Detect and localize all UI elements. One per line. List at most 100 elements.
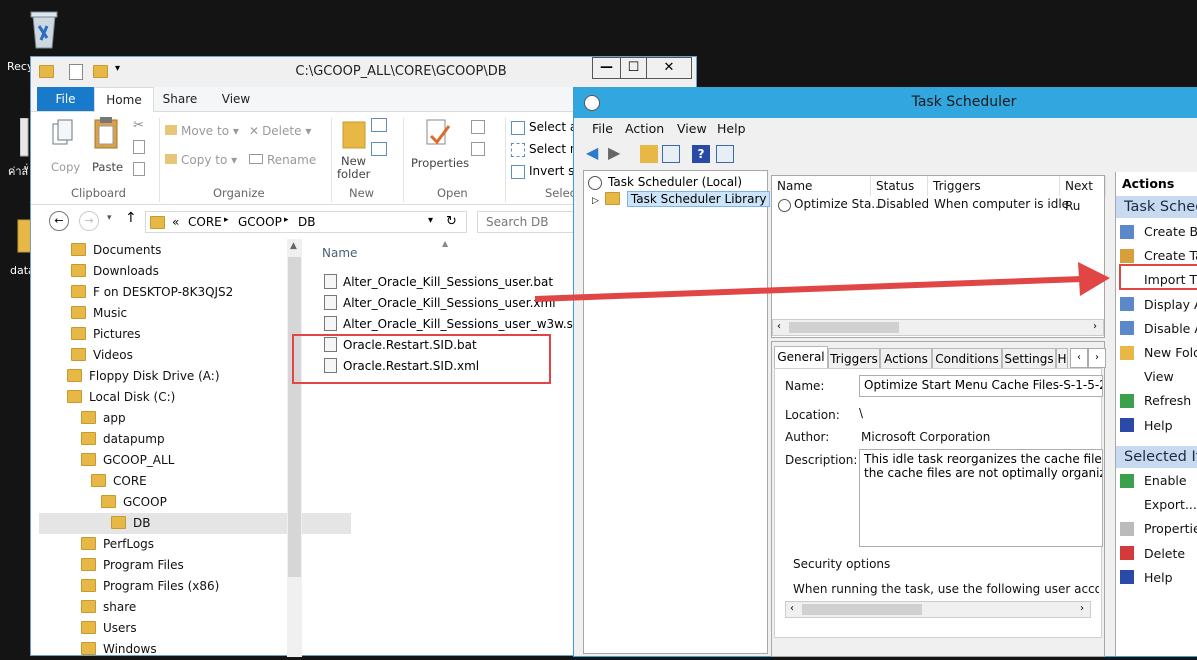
up-button[interactable]: ↑	[125, 210, 137, 226]
nav-item[interactable]: datapump	[81, 429, 165, 450]
tab-conditions[interactable]: Conditions	[932, 348, 1002, 368]
column-header-status[interactable]: Status	[871, 176, 928, 196]
chevron-left-icon[interactable]: ‹	[777, 321, 781, 332]
scrollbar-thumb[interactable]	[789, 322, 899, 333]
invert-selection-button[interactable]: Invert se	[511, 164, 582, 179]
close-button[interactable]: ✕	[646, 57, 692, 79]
column-header-name[interactable]: Name	[772, 176, 871, 196]
desktop-shortcut-icon[interactable]: ค่าสั่	[8, 118, 32, 188]
nav-item[interactable]: Videos	[71, 345, 133, 366]
copy-button[interactable]: Copy	[45, 118, 85, 178]
breadcrumb-overflow[interactable]: «	[172, 215, 179, 229]
breadcrumb-core[interactable]: CORE	[188, 215, 222, 229]
tab-triggers[interactable]: Triggers	[828, 348, 880, 368]
properties-quick-icon[interactable]	[69, 64, 83, 80]
menu-action[interactable]: Action	[625, 121, 664, 136]
chevron-down-icon[interactable]: ▾	[107, 213, 112, 223]
chevron-left-icon[interactable]: ‹	[1070, 348, 1088, 368]
forward-arrow-icon[interactable]: ▶	[608, 145, 626, 163]
tab-view[interactable]: View	[211, 87, 261, 111]
nav-item[interactable]: F on DESKTOP-8K3QJS2	[71, 282, 233, 303]
paste-button[interactable]: Paste	[87, 116, 127, 180]
minimize-button[interactable]: —	[592, 57, 621, 79]
easy-access-icon[interactable]	[371, 142, 387, 156]
action-item[interactable]: Properties	[1120, 517, 1197, 541]
back-arrow-icon[interactable]: ◀	[586, 145, 604, 163]
action-item[interactable]: Help	[1120, 414, 1173, 438]
action-item[interactable]: Export...	[1120, 493, 1197, 517]
nav-scrollbar[interactable]: ▲	[287, 239, 302, 657]
nav-item[interactable]: GCOOP_ALL	[81, 450, 174, 471]
nav-item[interactable]: GCOOP	[101, 492, 167, 513]
cut-icon[interactable]: ✂	[133, 118, 144, 133]
breadcrumb-db[interactable]: DB	[298, 215, 315, 229]
nav-item[interactable]: app	[81, 408, 126, 429]
tab-general[interactable]: General	[774, 346, 828, 368]
column-name-header[interactable]: Name	[322, 246, 357, 260]
scrollbar-thumb[interactable]	[802, 604, 922, 615]
action-item[interactable]: Enable	[1120, 469, 1187, 493]
chevron-right-icon[interactable]: ›	[1080, 603, 1084, 614]
menu-view[interactable]: View	[677, 121, 707, 136]
nav-item[interactable]: Downloads	[71, 261, 159, 282]
nav-item[interactable]: Local Disk (C:)	[67, 387, 175, 408]
properties-button[interactable]: Properties	[407, 116, 469, 186]
delete-button[interactable]: ✕ Delete ▾	[249, 124, 311, 138]
name-field[interactable]: Optimize Start Menu Cache Files-S-1-5-21…	[859, 375, 1103, 397]
new-item-icon[interactable]	[371, 118, 387, 132]
list-item[interactable]: Alter_Oracle_Kill_Sessions_user.bat	[324, 272, 553, 293]
copy-path-icon[interactable]	[133, 140, 145, 154]
copy-to-button[interactable]: Copy to ▾	[165, 153, 237, 167]
chevron-down-icon[interactable]: ▾	[428, 215, 433, 226]
nav-item[interactable]: PerfLogs	[81, 534, 154, 555]
tab-history[interactable]: H	[1056, 348, 1068, 368]
tab-file[interactable]: File	[37, 87, 94, 111]
column-header-triggers[interactable]: Triggers	[928, 176, 1060, 196]
tab-settings[interactable]: Settings	[1002, 348, 1056, 368]
task-list-hscroll[interactable]: ‹ ›	[772, 319, 1104, 336]
tree-item-local[interactable]: Task Scheduler (Local)	[588, 175, 742, 190]
action-item[interactable]: Delete	[1120, 542, 1185, 566]
tree-item-library[interactable]: ▷ Task Scheduler Library	[592, 191, 771, 207]
nav-item[interactable]: Program Files (x86)	[81, 576, 219, 597]
forward-button[interactable]: →	[79, 211, 99, 231]
action-item[interactable]: New Fold	[1120, 341, 1197, 365]
tab-home[interactable]: Home	[94, 87, 154, 112]
edit-icon[interactable]	[471, 142, 485, 156]
description-field[interactable]: This idle task reorganizes the cache fil…	[859, 449, 1103, 547]
nav-item[interactable]: Program Files	[81, 555, 184, 576]
up-folder-icon[interactable]	[640, 145, 658, 163]
tab-share[interactable]: Share	[155, 87, 205, 111]
action-item[interactable]: View	[1120, 365, 1174, 389]
expand-arrow-icon[interactable]: ▷	[592, 196, 599, 206]
column-header-next-run[interactable]: Next Ru	[1060, 176, 1106, 213]
actions-section-selected[interactable]: Selected Ite	[1116, 446, 1197, 468]
nav-item[interactable]: CORE	[91, 471, 147, 492]
nav-item[interactable]: Pictures	[71, 324, 141, 345]
nav-item[interactable]: Users	[81, 618, 137, 639]
refresh-icon[interactable]: ↻	[446, 214, 457, 229]
action-item[interactable]: Display Al	[1120, 293, 1197, 317]
open-icon[interactable]	[471, 120, 485, 134]
action-item[interactable]: Refresh	[1120, 389, 1191, 413]
back-button[interactable]: ←	[49, 211, 69, 231]
table-row[interactable]: Optimize Sta... Disabled When computer i…	[772, 196, 1104, 214]
maximize-button[interactable]: ☐	[620, 57, 647, 79]
scrollbar-thumb[interactable]	[288, 257, 301, 577]
nav-item[interactable]: share	[81, 597, 136, 618]
action-item[interactable]: Help	[1120, 566, 1173, 590]
help-icon[interactable]: ?	[692, 145, 710, 163]
paste-shortcut-icon[interactable]	[133, 162, 145, 176]
nav-item[interactable]: Floppy Disk Drive (A:)	[67, 366, 220, 387]
address-bar[interactable]: « CORE ▸ GCOOP ▸ DB ▾ ↻	[145, 211, 467, 233]
list-item[interactable]: Alter_Oracle_Kill_Sessions_user.xml	[324, 293, 556, 314]
show-action-pane-icon[interactable]	[716, 145, 734, 163]
action-item[interactable]: Create Ba	[1120, 220, 1197, 244]
show-tree-icon[interactable]	[662, 145, 680, 163]
chevron-left-icon[interactable]: ‹	[790, 603, 794, 614]
list-item[interactable]: Alter_Oracle_Kill_Sessions_user_w3w.sql	[324, 314, 584, 335]
select-all-button[interactable]: Select al	[511, 120, 581, 135]
details-hscroll[interactable]: ‹ ›	[785, 601, 1091, 618]
tab-actions[interactable]: Actions	[880, 348, 932, 368]
rename-button[interactable]: Rename	[249, 153, 316, 167]
